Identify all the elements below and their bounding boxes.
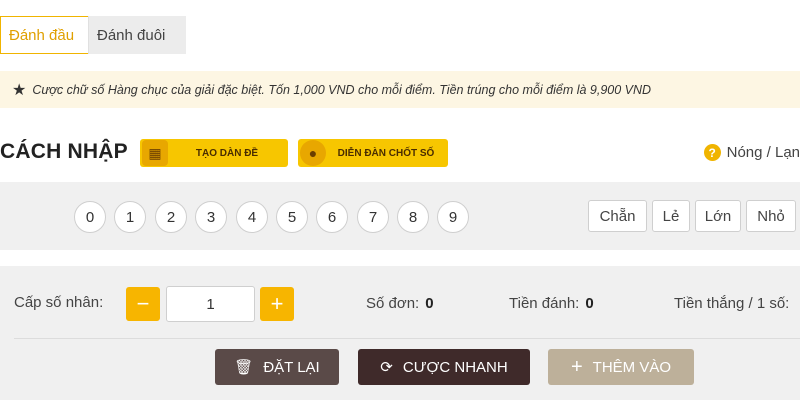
bet-type-tabs: Đánh đầu Đánh đuôi [0, 16, 186, 54]
cloud-sync-icon: ⟳ [380, 359, 393, 376]
filter-odd-button[interactable]: Lẻ [652, 200, 690, 232]
forum-button[interactable]: ● DIỄN ĐÀN CHỐT SỐ [298, 139, 448, 167]
digit-button-2[interactable]: 2 [155, 201, 187, 233]
amount-value: 0 [585, 295, 594, 312]
trash-icon: 🗑 [234, 359, 254, 376]
tab-danh-dau[interactable]: Đánh đầu [0, 16, 88, 54]
reset-label: ĐẶT LẠI [263, 358, 320, 376]
filter-big-button[interactable]: Lớn [695, 200, 741, 232]
help-icon: ? [703, 144, 721, 161]
digit-button-6[interactable]: 6 [316, 201, 348, 233]
quick-bet-button[interactable]: ⟳ CƯỢC NHANH [358, 349, 530, 385]
divider [14, 338, 800, 339]
orders-value: 0 [425, 295, 434, 312]
digit-button-5[interactable]: 5 [276, 201, 308, 233]
digit-button-0[interactable]: 0 [74, 201, 106, 233]
add-label: THÊM VÀO [592, 358, 672, 376]
tab-danh-duoi[interactable]: Đánh đuôi [88, 16, 186, 54]
digit-button-3[interactable]: 3 [195, 201, 227, 233]
hot-cold-label: Nóng / Lạn [726, 144, 800, 161]
win-per-number: Tiền thắng / 1 số: [674, 295, 789, 312]
win-label: Tiền thắng / 1 số: [674, 295, 790, 312]
plus-icon: + [570, 355, 583, 378]
reset-button[interactable]: 🗑 ĐẶT LẠI [215, 349, 339, 385]
digit-button-4[interactable]: 4 [236, 201, 268, 233]
create-number-set-label: TẠO DÀN ĐỀ [195, 147, 259, 159]
bet-rule-notice: ★ Cược chữ số Hàng chục của giải đặc biệ… [0, 71, 800, 108]
forum-label: DIỄN ĐÀN CHỐT SỐ [337, 147, 435, 159]
digit-button-8[interactable]: 8 [397, 201, 429, 233]
bet-rule-text: Cược chữ số Hàng chục của giải đặc biệt.… [32, 82, 652, 97]
plus-icon: + [270, 291, 284, 316]
quick-bet-label: CƯỢC NHANH [402, 358, 508, 376]
group-icon: ● [300, 140, 326, 166]
filter-small-button[interactable]: Nhỏ [746, 200, 796, 232]
grid-icon: ▦ [142, 140, 168, 166]
orders-count: Số đơn: 0 [366, 295, 434, 312]
hot-cold-link[interactable]: ? Nóng / Lạn [703, 144, 800, 161]
create-number-set-button[interactable]: ▦ TẠO DÀN ĐỀ [140, 139, 288, 167]
digit-button-1[interactable]: 1 [114, 201, 146, 233]
filter-even-button[interactable]: Chẵn [588, 200, 647, 232]
multiplier-label: Cấp số nhân: [14, 294, 104, 311]
multiplier-input[interactable] [166, 286, 255, 322]
input-method-title: CÁCH NHẬP [0, 140, 128, 163]
digit-button-9[interactable]: 9 [437, 201, 469, 233]
increase-multiplier-button[interactable]: + [260, 287, 294, 321]
digit-button-7[interactable]: 7 [357, 201, 389, 233]
add-bet-button[interactable]: + THÊM VÀO [548, 349, 694, 385]
star-icon: ★ [12, 81, 27, 99]
decrease-multiplier-button[interactable]: − [126, 287, 160, 321]
orders-label: Số đơn: [366, 295, 420, 312]
minus-icon: − [136, 291, 150, 316]
bet-amount: Tiền đánh: 0 [509, 295, 594, 312]
amount-label: Tiền đánh: [509, 295, 580, 312]
